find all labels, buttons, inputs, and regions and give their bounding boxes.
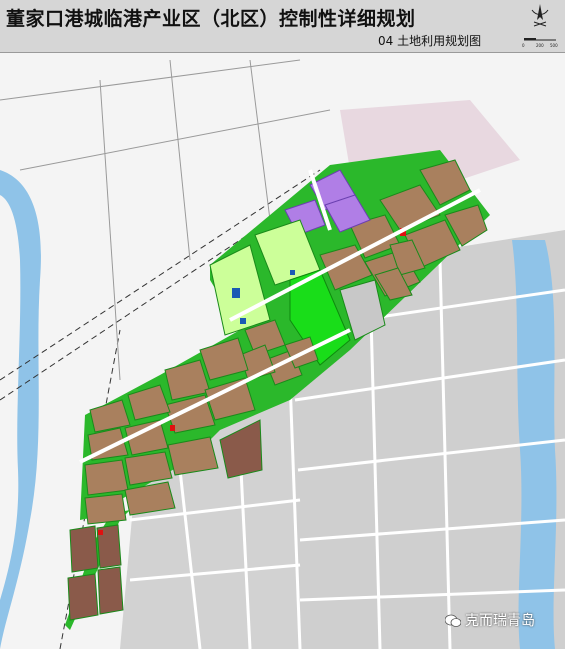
land-use-map	[0, 53, 565, 649]
map-title: 董家口港城临港产业区（北区）控制性详细规划	[6, 8, 416, 30]
watermark-text: 克而瑞青岛	[465, 613, 535, 629]
scale-zero: 0	[522, 43, 525, 48]
wechat-icon	[445, 614, 461, 627]
scale-mid: 200	[536, 43, 544, 48]
north-arrow-icon: 0 200 500	[522, 4, 558, 48]
map-subtitle: 04 土地利用规划图	[378, 34, 482, 48]
watermark: 克而瑞青岛	[445, 610, 535, 630]
scale-end: 500	[550, 43, 558, 48]
title-bar: 董家口港城临港产业区（北区）控制性详细规划 04 土地利用规划图 0 200 5…	[0, 0, 565, 53]
